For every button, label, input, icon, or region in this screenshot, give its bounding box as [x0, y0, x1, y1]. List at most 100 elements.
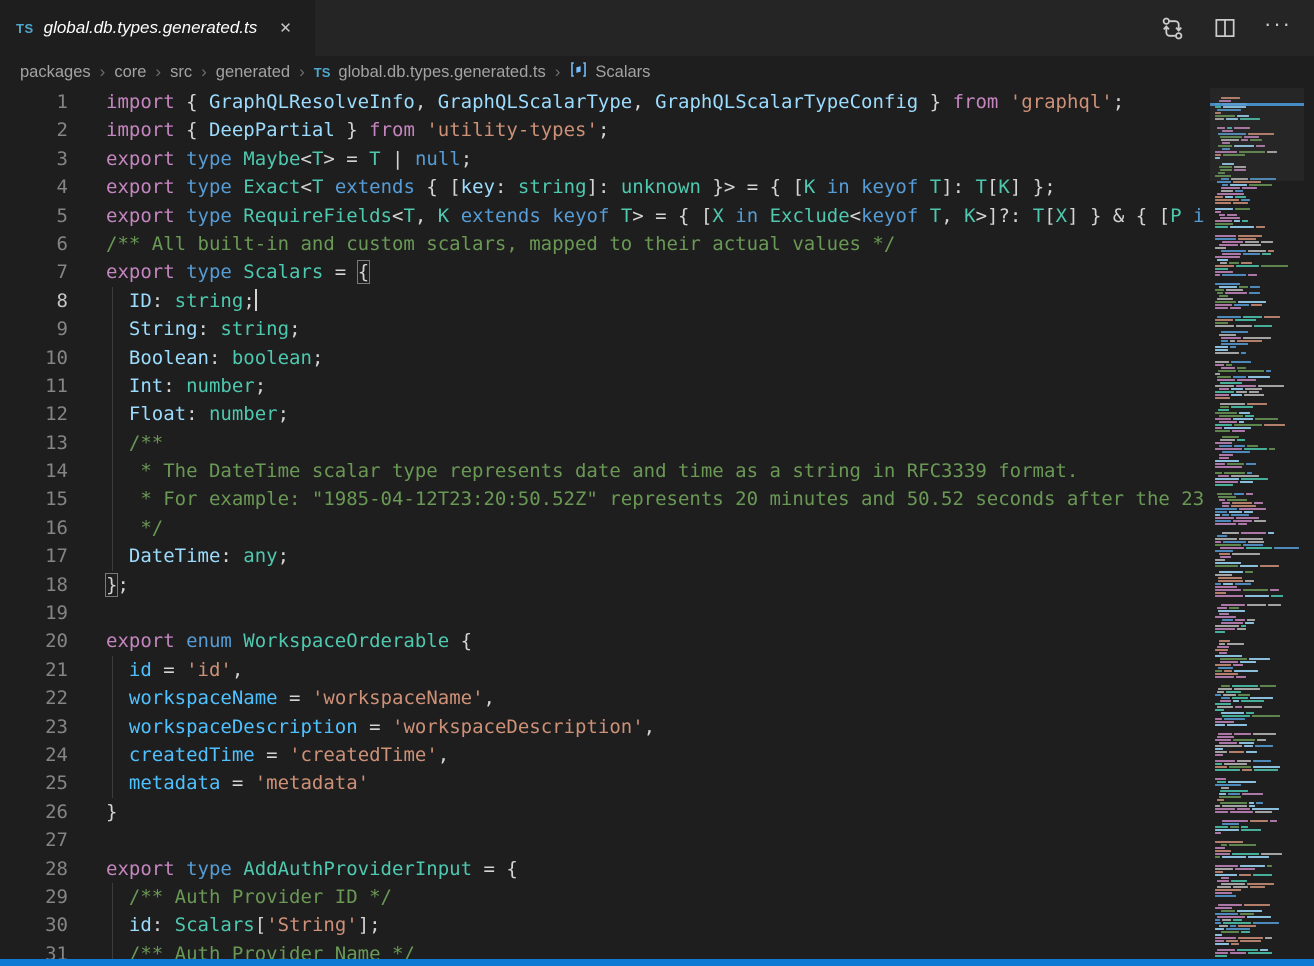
line-number[interactable]: 8: [0, 287, 68, 315]
line-number[interactable]: 3: [0, 145, 68, 173]
minimap-line: [1215, 868, 1255, 870]
code-line[interactable]: 16 */: [0, 514, 1207, 542]
code-line[interactable]: 10 Boolean: boolean;: [0, 344, 1207, 372]
code-line[interactable]: 12 Float: number;: [0, 400, 1207, 428]
code-area[interactable]: 1import { GraphQLResolveInfo, GraphQLSca…: [0, 88, 1207, 959]
line-number[interactable]: 29: [0, 883, 68, 911]
line-number[interactable]: 2: [0, 116, 68, 144]
line-number[interactable]: 16: [0, 514, 68, 542]
code-line[interactable]: 1import { GraphQLResolveInfo, GraphQLSca…: [0, 88, 1207, 116]
line-number[interactable]: 26: [0, 798, 68, 826]
breadcrumb-item-src[interactable]: src: [170, 63, 192, 82]
line-number[interactable]: 31: [0, 940, 68, 959]
code-line[interactable]: 17 DateTime: any;: [0, 542, 1207, 570]
text-cursor: [255, 289, 257, 311]
minimap-line: [1219, 445, 1258, 447]
minimap-line: [1218, 904, 1270, 906]
code-line[interactable]: 3export type Maybe<T> = T | null;: [0, 145, 1207, 173]
minimap-line: [1218, 409, 1229, 411]
minimap-line: [1215, 514, 1249, 516]
minimap-line: [1221, 187, 1257, 189]
code-line[interactable]: 2import { DeepPartial } from 'utility-ty…: [0, 116, 1207, 144]
line-number[interactable]: 25: [0, 769, 68, 797]
line-number[interactable]: 30: [0, 911, 68, 939]
code-line[interactable]: 31 /** Auth Provider Name */: [0, 940, 1207, 959]
minimap-line: [1215, 364, 1232, 366]
split-editor-icon[interactable]: [1212, 15, 1238, 41]
line-number[interactable]: 28: [0, 855, 68, 883]
code-line[interactable]: 22 workspaceName = 'workspaceName',: [0, 684, 1207, 712]
code-line[interactable]: 23 workspaceDescription = 'workspaceDesc…: [0, 713, 1207, 741]
line-number[interactable]: 12: [0, 400, 68, 428]
minimap-line: [1215, 718, 1245, 720]
minimap-line: [1215, 751, 1257, 753]
code-line[interactable]: 30 id: Scalars['String'];: [0, 911, 1207, 939]
breadcrumb: packages›core›src›generated›TSglobal.db.…: [0, 56, 1314, 88]
code-line[interactable]: 4 export type Exact<T extends { [key: str…: [0, 173, 1207, 201]
code-line[interactable]: 7export type Scalars = {: [0, 258, 1207, 286]
code-line[interactable]: 18};: [0, 571, 1207, 599]
code-line[interactable]: 24 createdTime = 'createdTime',: [0, 741, 1207, 769]
breadcrumb-item-file[interactable]: global.db.types.generated.ts: [338, 63, 545, 82]
tab-global-db-types-generated-ts[interactable]: TS global.db.types.generated.ts ✕: [0, 0, 316, 56]
breadcrumb-item-symbol[interactable]: Scalars: [595, 63, 650, 82]
code-line[interactable]: 27: [0, 826, 1207, 854]
line-number[interactable]: 6: [0, 230, 68, 258]
minimap-line: [1215, 238, 1256, 240]
code-line[interactable]: 19: [0, 599, 1207, 627]
line-number[interactable]: 21: [0, 656, 68, 684]
line-number[interactable]: 1: [0, 88, 68, 116]
minimap-line: [1215, 592, 1226, 594]
open-changes-icon[interactable]: [1159, 15, 1186, 42]
code-line[interactable]: 26}: [0, 798, 1207, 826]
line-number[interactable]: 23: [0, 713, 68, 741]
code-line[interactable]: 11 Int: number;: [0, 372, 1207, 400]
code-line[interactable]: 20export enum WorkspaceOrderable {: [0, 627, 1207, 655]
line-number[interactable]: 24: [0, 741, 68, 769]
code-line[interactable]: 14 * The DateTime scalar type represents…: [0, 457, 1207, 485]
line-number[interactable]: 13: [0, 429, 68, 457]
minimap-line: [1219, 652, 1227, 654]
code-line[interactable]: 29 /** Auth Provider ID */: [0, 883, 1207, 911]
breadcrumb-item-core[interactable]: core: [114, 63, 146, 82]
line-number[interactable]: 5: [0, 202, 68, 230]
minimap-line: [1215, 325, 1272, 327]
code-line[interactable]: 5export type RequireFields<T, K extends …: [0, 202, 1207, 230]
line-number[interactable]: 22: [0, 684, 68, 712]
line-number[interactable]: 9: [0, 315, 68, 343]
minimap-line: [1215, 940, 1261, 942]
code-line[interactable]: 6/** All built-in and custom scalars, ma…: [0, 230, 1207, 258]
line-number[interactable]: 18: [0, 571, 68, 599]
code-line[interactable]: 25 metadata = 'metadata': [0, 769, 1207, 797]
close-tab-icon[interactable]: ✕: [275, 17, 296, 39]
minimap-line: [1215, 919, 1242, 921]
line-number[interactable]: 10: [0, 344, 68, 372]
minimap-line: [1215, 565, 1279, 567]
code-line[interactable]: 15 * For example: "1985-04-12T23:20:50.5…: [0, 485, 1207, 513]
code-text: export type Exact<T extends { [key: stri…: [106, 173, 1056, 201]
code-line[interactable]: 8 ID: string;: [0, 287, 1207, 315]
line-number[interactable]: 19: [0, 599, 68, 627]
line-number[interactable]: 7: [0, 258, 68, 286]
code-line[interactable]: 9 String: string;: [0, 315, 1207, 343]
minimap-slider[interactable]: [1210, 88, 1304, 181]
typescript-file-icon: TS: [16, 21, 34, 36]
breadcrumb-item-packages[interactable]: packages: [20, 63, 91, 82]
minimap-line: [1215, 208, 1250, 210]
line-number[interactable]: 14: [0, 457, 68, 485]
code-line[interactable]: 21 id = 'id',: [0, 656, 1207, 684]
line-number[interactable]: 15: [0, 485, 68, 513]
minimap-line: [1221, 910, 1262, 912]
line-number[interactable]: 20: [0, 627, 68, 655]
more-actions-icon[interactable]: ···: [1264, 13, 1292, 43]
breadcrumb-item-generated[interactable]: generated: [216, 63, 290, 82]
code-line[interactable]: 28export type AddAuthProviderInput = {: [0, 855, 1207, 883]
minimap[interactable]: [1210, 88, 1304, 959]
minimap-line: [1220, 790, 1248, 792]
line-number[interactable]: 17: [0, 542, 68, 570]
minimap-line: [1215, 466, 1242, 468]
code-line[interactable]: 13 /**: [0, 429, 1207, 457]
line-number[interactable]: 4: [0, 173, 68, 201]
line-number[interactable]: 27: [0, 826, 68, 854]
line-number[interactable]: 11: [0, 372, 68, 400]
